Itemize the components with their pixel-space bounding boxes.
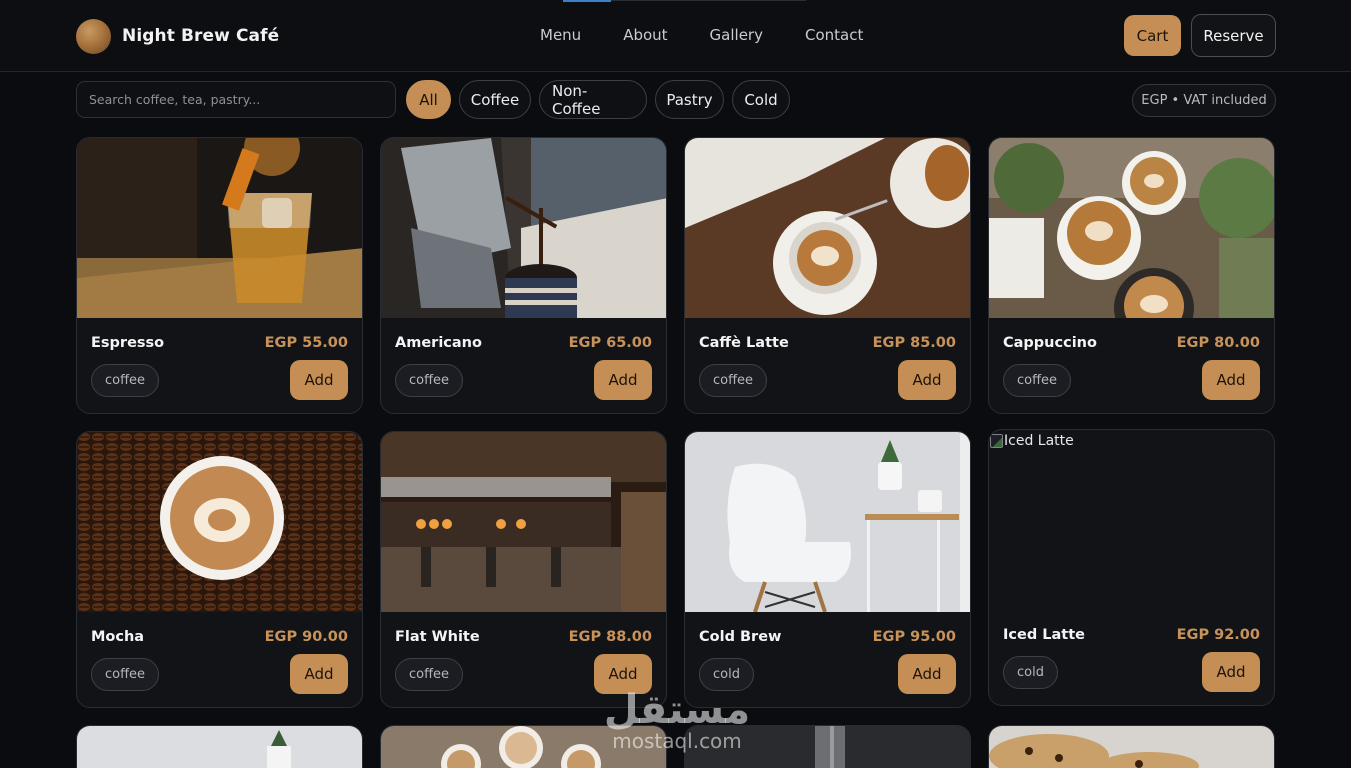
cart-button[interactable]: Cart [1124, 15, 1181, 56]
product-name: Espresso [91, 335, 165, 351]
product-tag: coffee [1003, 364, 1072, 397]
product-name: Cappuccino [1003, 335, 1097, 351]
nav-link-menu[interactable]: Menu [540, 26, 581, 44]
product-image [77, 138, 362, 318]
product-card: Caffè Latte EGP 85.00 coffee Add [684, 137, 971, 414]
product-card: Cold Brew EGP 95.00 cold Add [684, 431, 971, 708]
add-to-cart-button[interactable]: Add [290, 360, 348, 400]
product-price: EGP 90.00 [264, 629, 348, 645]
product-card: Americano EGP 65.00 coffee Add [380, 137, 667, 414]
product-tag: coffee [395, 658, 464, 691]
product-card: Espresso EGP 55.00 coffee Add [76, 137, 363, 414]
product-image [381, 726, 666, 768]
brand-logo-icon [76, 18, 111, 54]
product-name: Iced Latte [1003, 627, 1085, 643]
product-price: EGP 80.00 [1176, 335, 1260, 351]
product-price: EGP 65.00 [568, 335, 652, 351]
product-card: Mocha EGP 90.00 coffee Add [76, 431, 363, 708]
product-card: Flat White EGP 88.00 coffee Add [380, 431, 667, 708]
scroll-indicator [563, 0, 611, 2]
nav-link-about[interactable]: About [623, 26, 667, 44]
product-image [685, 432, 970, 612]
product-name: Cold Brew [699, 629, 782, 645]
search-input[interactable]: Search coffee, tea, pastry... [76, 81, 396, 118]
currency-note: EGP • VAT included [1132, 84, 1276, 117]
add-to-cart-button[interactable]: Add [594, 654, 652, 694]
top-navbar: Night Brew Café Menu About Gallery Conta… [0, 0, 1351, 72]
image-alt-text: Iced Latte [1004, 433, 1074, 449]
nav-link-contact[interactable]: Contact [805, 26, 863, 44]
product-tag: coffee [395, 364, 464, 397]
product-card: Iced Latte Iced Latte EGP 92.00 cold Add [988, 429, 1275, 706]
product-name: Americano [395, 335, 482, 351]
add-to-cart-button[interactable]: Add [594, 360, 652, 400]
nav-link-gallery[interactable]: Gallery [710, 26, 763, 44]
category-filter: All Coffee Non-Coffee Pastry Cold [406, 80, 790, 119]
chip-all[interactable]: All [406, 80, 451, 119]
product-price: EGP 95.00 [872, 629, 956, 645]
product-price: EGP 88.00 [568, 629, 652, 645]
product-name: Caffè Latte [699, 335, 789, 351]
product-image [77, 726, 362, 768]
product-image [685, 726, 970, 768]
product-card [684, 725, 971, 768]
scroll-track [611, 0, 806, 1]
product-card [380, 725, 667, 768]
brand[interactable]: Night Brew Café [76, 18, 279, 54]
reserve-button[interactable]: Reserve [1191, 14, 1276, 57]
chip-pastry[interactable]: Pastry [655, 80, 724, 119]
product-name: Mocha [91, 629, 145, 645]
product-card [76, 725, 363, 768]
product-tag: coffee [699, 364, 768, 397]
product-price: EGP 92.00 [1176, 627, 1260, 643]
product-tag: coffee [91, 364, 160, 397]
product-tag: cold [699, 658, 754, 691]
add-to-cart-button[interactable]: Add [898, 360, 956, 400]
product-image [989, 726, 1274, 768]
product-image [989, 138, 1274, 318]
product-image [685, 138, 970, 318]
chip-cold[interactable]: Cold [732, 80, 790, 119]
broken-image-icon [990, 434, 1003, 448]
product-card [988, 725, 1275, 768]
product-image [381, 138, 666, 318]
add-to-cart-button[interactable]: Add [1202, 652, 1260, 692]
chip-coffee[interactable]: Coffee [459, 80, 531, 119]
product-name: Flat White [395, 629, 480, 645]
product-price: EGP 85.00 [872, 335, 956, 351]
product-tag: coffee [91, 658, 160, 691]
product-image [77, 432, 362, 612]
main-nav: Menu About Gallery Contact [540, 26, 905, 44]
product-image [381, 432, 666, 612]
chip-non-coffee[interactable]: Non-Coffee [539, 80, 647, 119]
add-to-cart-button[interactable]: Add [898, 654, 956, 694]
product-tag: cold [1003, 656, 1058, 689]
broken-image: Iced Latte [990, 433, 1074, 449]
product-card: Cappuccino EGP 80.00 coffee Add [988, 137, 1275, 414]
add-to-cart-button[interactable]: Add [290, 654, 348, 694]
add-to-cart-button[interactable]: Add [1202, 360, 1260, 400]
brand-name: Night Brew Café [122, 26, 280, 46]
product-price: EGP 55.00 [264, 335, 348, 351]
